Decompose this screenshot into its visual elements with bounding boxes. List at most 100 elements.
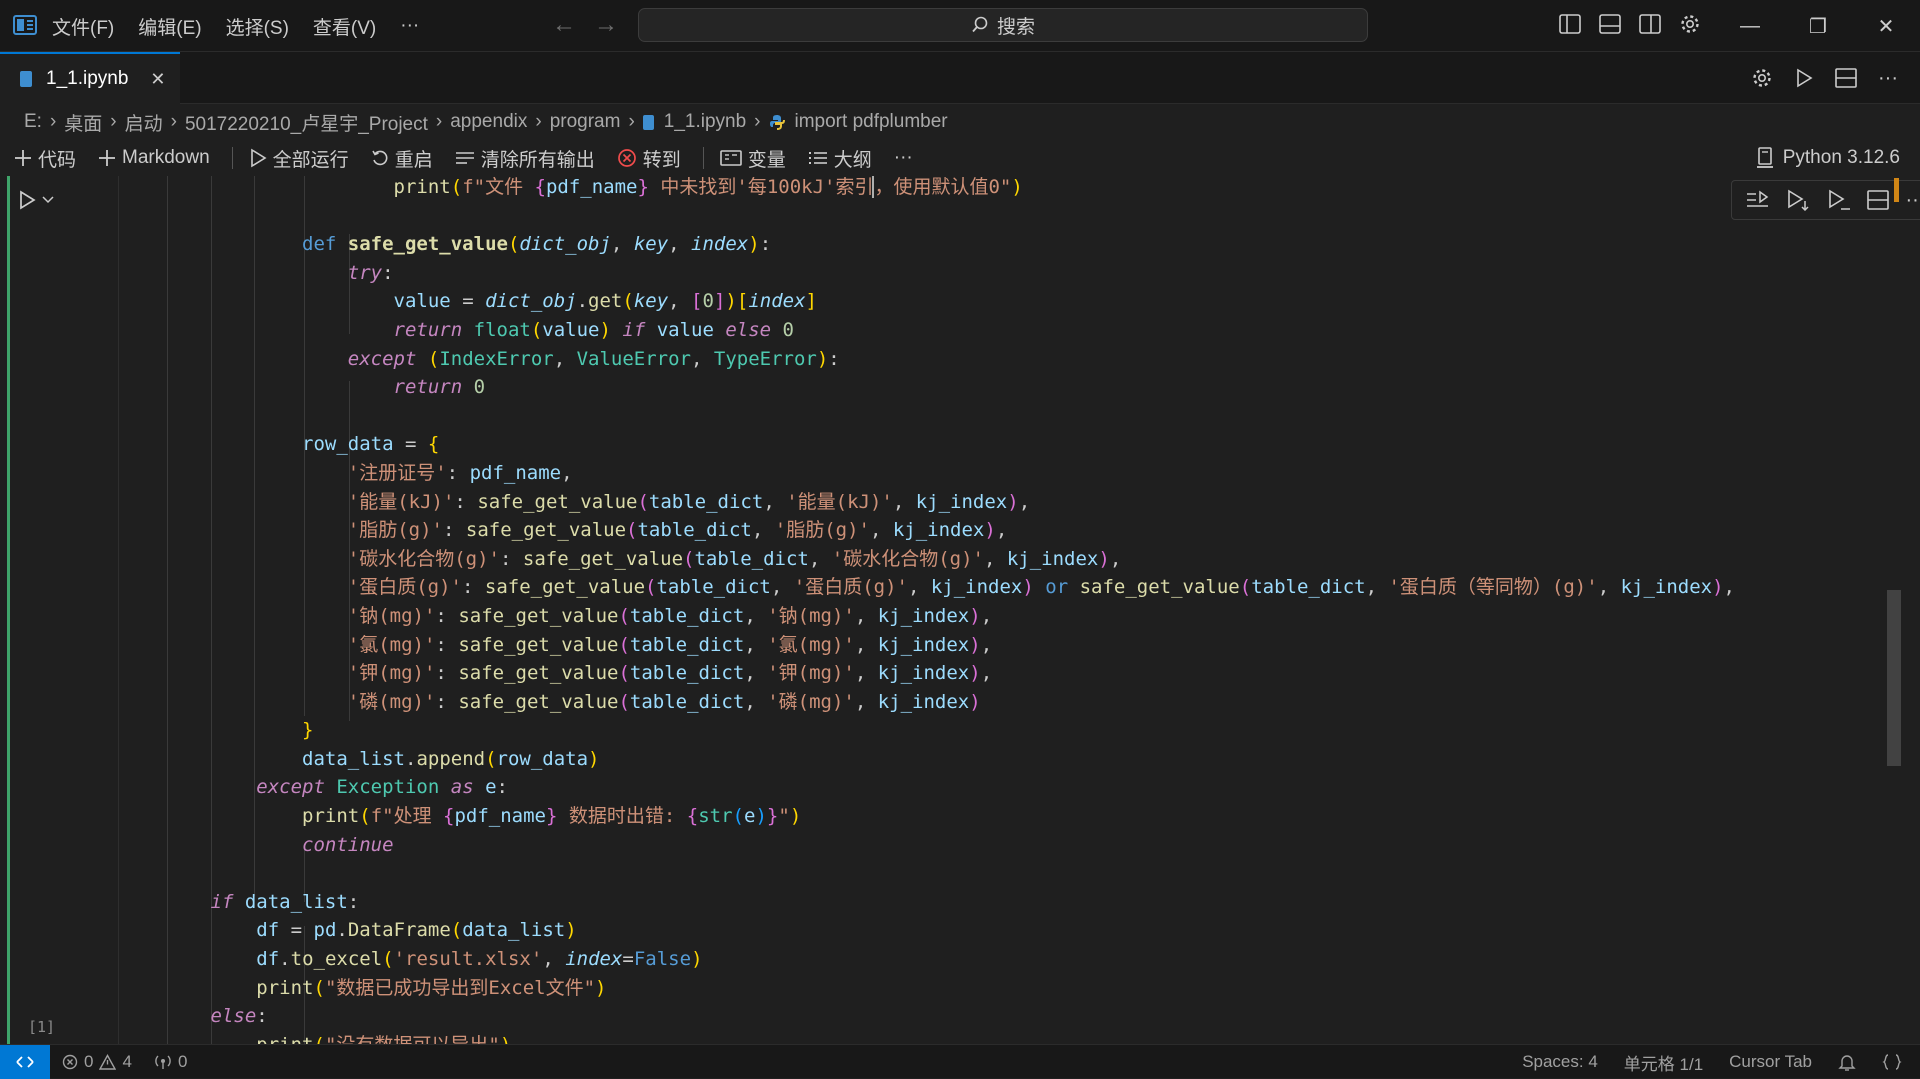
restart-kernel-button[interactable]: 重启 [371, 145, 433, 172]
app-logo-icon[interactable] [12, 12, 38, 38]
execute-below-icon[interactable] [1827, 189, 1851, 211]
execute-above-icon[interactable] [1746, 190, 1770, 210]
toggle-panel-icon[interactable] [1596, 10, 1624, 38]
toolbar-more-button[interactable]: ··· [894, 147, 913, 169]
code-token: '钠(mg)' [767, 604, 855, 627]
code-line: '脂肪(g)': safe_get_value(table_dict, '脂肪(… [119, 516, 1735, 545]
code-line: '蛋白质(g)': safe_get_value(table_dict, '蛋白… [119, 573, 1735, 602]
split-cell-icon[interactable] [1867, 190, 1889, 210]
code-token: { [443, 805, 455, 828]
kernel-picker[interactable]: Python 3.12.6 [1755, 142, 1900, 174]
toggle-primary-sidebar-icon[interactable] [1556, 10, 1584, 38]
run-notebook-play-icon[interactable] [1790, 64, 1818, 92]
code-token: '碳水化合物(g)' [347, 547, 500, 570]
code-token: 使用默认值0" [893, 176, 1012, 198]
breadcrumb-desktop[interactable]: 桌面 [64, 109, 102, 136]
breadcrumb-symbol[interactable]: import pdfplumber [795, 111, 948, 133]
code-token: '蛋白质(g)' [793, 576, 908, 599]
code-token: ) [588, 747, 600, 770]
code-token: ) [691, 948, 703, 971]
code-token: [ [691, 290, 703, 313]
close-tab-icon[interactable]: ✕ [150, 69, 165, 90]
back-arrow-icon[interactable]: ← [552, 13, 576, 37]
cursor-tab-status[interactable]: Cursor Tab [1729, 1052, 1812, 1072]
outline-button[interactable]: 大纲 [808, 145, 872, 172]
breadcrumb-project[interactable]: 5017220210_卢星宇_Project [185, 109, 428, 136]
notebook-settings-gear-icon[interactable] [1748, 64, 1776, 92]
breadcrumb-program[interactable]: program [550, 111, 621, 133]
breadcrumb-startup[interactable]: 启动 [125, 109, 163, 136]
code-token: ) [500, 1034, 511, 1044]
code-token: 数据时出错: [557, 805, 687, 828]
add-code-label: 代码 [38, 149, 77, 171]
code-token: safe_get_value [458, 690, 619, 713]
breadcrumb-drive[interactable]: E: [24, 111, 42, 133]
add-code-cell-button[interactable]: 代码 [14, 145, 76, 172]
clear-outputs-button[interactable]: 清除所有输出 [455, 145, 595, 172]
code-token: row_data [496, 747, 589, 770]
indentation-status[interactable]: Spaces: 4 [1522, 1052, 1598, 1072]
code-editor[interactable]: print(f"文件 {pdf_name} 中未找到'每100kJ'索引，使用默… [118, 176, 1920, 1044]
command-search-box[interactable]: 搜索 [638, 8, 1368, 42]
code-token: , [980, 633, 993, 656]
forward-arrow-icon[interactable]: → [594, 13, 618, 37]
chevron-down-icon[interactable] [42, 195, 54, 205]
goto-button[interactable]: 转到 [617, 145, 681, 172]
gear-icon[interactable] [1676, 10, 1704, 38]
code-token: '钠(mg)' [347, 604, 436, 627]
broadcast-ports-icon[interactable] [154, 1054, 172, 1070]
code-token: ) [789, 805, 802, 828]
code-token: , [980, 662, 993, 685]
outline-label: 大纲 [833, 149, 872, 171]
code-token: to_excel [290, 948, 383, 971]
code-token: kj_index [877, 690, 970, 713]
editor-scrollbar-thumb[interactable] [1887, 590, 1901, 766]
code-token: e [744, 805, 756, 828]
menu-selection[interactable]: 选择(S) [226, 13, 289, 40]
breadcrumb-appendix[interactable]: appendix [450, 111, 527, 133]
code-line: except Exception as e: [119, 773, 1735, 802]
toggle-secondary-sidebar-icon[interactable] [1636, 10, 1664, 38]
menu-view[interactable]: 查看(V) [313, 13, 376, 40]
code-token: data_list [462, 919, 566, 942]
more-actions-icon[interactable]: ··· [1874, 64, 1902, 92]
close-window-icon[interactable]: ✕ [1852, 0, 1920, 52]
run-cell-button[interactable] [18, 190, 54, 210]
sync-braces-icon[interactable] [1882, 1053, 1902, 1071]
code-line: print("没有数据可以导出") [119, 1031, 1735, 1044]
tab-label: 1_1.ipynb [46, 68, 129, 89]
menu-file[interactable]: 文件(F) [52, 13, 114, 40]
code-token: return [393, 318, 474, 341]
menu-edit[interactable]: 编辑(E) [138, 13, 201, 40]
cell-more-icon[interactable]: ··· [1905, 189, 1920, 212]
code-token: ) [755, 805, 767, 828]
code-token: pdf_name [454, 805, 546, 828]
breadcrumb-file[interactable]: 1_1.ipynb [664, 111, 746, 133]
remote-indicator[interactable] [0, 1045, 50, 1079]
split-editor-icon[interactable] [1832, 64, 1860, 92]
problems-indicator[interactable]: 0 4 0 [62, 1045, 187, 1079]
execute-cell-and-below-icon[interactable] [1786, 189, 1810, 211]
code-token: '钾(mg)' [347, 662, 436, 685]
variables-button[interactable]: 变量 [719, 145, 786, 172]
code-token: else [713, 318, 783, 341]
tab-notebook[interactable]: 1_1.ipynb ✕ [0, 52, 180, 104]
add-markdown-cell-button[interactable]: Markdown [98, 147, 210, 169]
minimize-window-icon[interactable]: — [1716, 0, 1784, 52]
code-token: '注册证号' [347, 461, 447, 484]
code-token: ( [313, 976, 325, 999]
cell-position-status[interactable]: 单元格 1/1 [1624, 1050, 1703, 1075]
menu-more[interactable]: ··· [400, 15, 419, 37]
code-token: else [210, 1005, 257, 1028]
code-token: ( [427, 347, 440, 370]
warning-triangle-icon [99, 1054, 117, 1070]
bell-icon[interactable] [1838, 1053, 1856, 1071]
restore-window-icon[interactable]: ❐ [1784, 0, 1852, 52]
run-all-button[interactable]: 全部运行 [249, 145, 349, 172]
